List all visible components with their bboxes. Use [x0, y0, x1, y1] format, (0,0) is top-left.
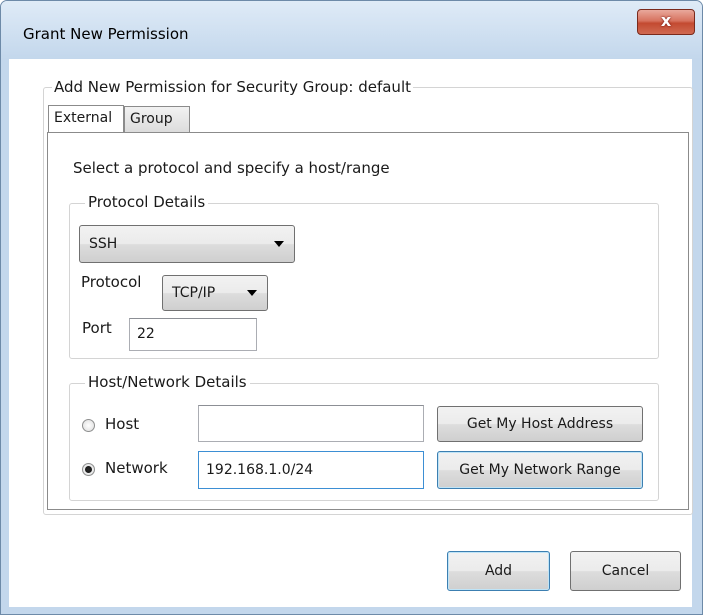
tab-group-label: Group — [130, 111, 173, 127]
add-button[interactable]: Add — [447, 551, 550, 591]
cancel-button-label: Cancel — [601, 563, 650, 579]
permission-group-title: Add New Permission for Security Group: d… — [52, 78, 413, 96]
get-network-range-label: Get My Network Range — [459, 462, 621, 478]
network-input-value: 192.168.1.0/24 — [206, 462, 314, 478]
cancel-button[interactable]: Cancel — [570, 551, 681, 591]
chevron-down-icon — [247, 290, 257, 296]
protocol-dropdown-value: TCP/IP — [172, 285, 216, 301]
host-network-legend: Host/Network Details — [85, 373, 250, 391]
network-radio-label[interactable]: Network — [105, 459, 168, 477]
instruction-text: Select a protocol and specify a host/ran… — [73, 159, 390, 177]
window-title: Grant New Permission — [23, 25, 189, 43]
chevron-down-icon — [274, 241, 284, 247]
port-label: Port — [82, 319, 112, 337]
title-bar[interactable]: Grant New Permission x — [1, 1, 702, 59]
host-radio-label[interactable]: Host — [105, 415, 139, 433]
close-button[interactable]: x — [637, 9, 695, 35]
add-button-label: Add — [484, 563, 513, 579]
protocol-label: Protocol — [81, 273, 142, 291]
protocol-details-legend: Protocol Details — [85, 193, 209, 211]
service-dropdown-value: SSH — [89, 236, 118, 252]
close-icon: x — [660, 11, 672, 30]
protocol-dropdown[interactable]: TCP/IP — [162, 275, 268, 311]
get-host-address-label: Get My Host Address — [466, 416, 614, 432]
dialog-window: Grant New Permission x Add New Permissio… — [0, 0, 703, 615]
get-network-range-button[interactable]: Get My Network Range — [437, 451, 643, 489]
service-dropdown[interactable]: SSH — [79, 225, 295, 263]
dialog-body: Add New Permission for Security Group: d… — [9, 59, 693, 607]
tab-external-label: External — [54, 110, 113, 126]
get-host-address-button[interactable]: Get My Host Address — [437, 406, 643, 442]
host-input[interactable] — [198, 405, 424, 442]
port-input-value: 22 — [137, 326, 155, 342]
tab-group[interactable]: Group — [124, 106, 190, 132]
tab-external[interactable]: External — [48, 105, 124, 132]
network-radio[interactable] — [82, 463, 95, 476]
host-radio[interactable] — [82, 419, 95, 432]
port-input[interactable]: 22 — [129, 318, 257, 351]
network-input[interactable]: 192.168.1.0/24 — [198, 451, 424, 489]
